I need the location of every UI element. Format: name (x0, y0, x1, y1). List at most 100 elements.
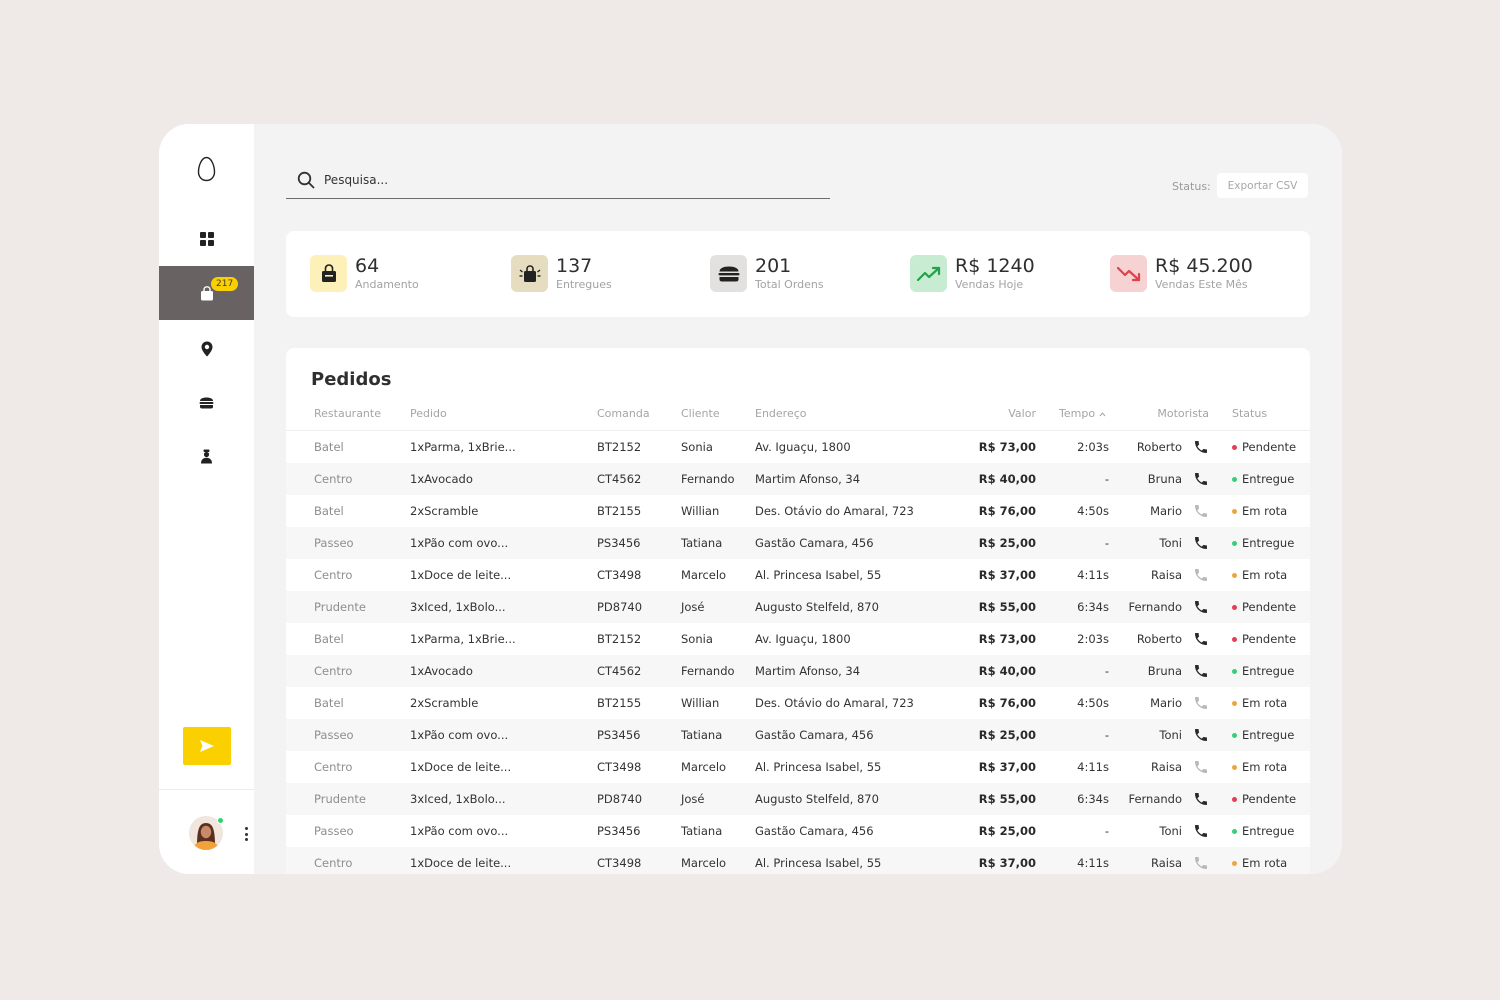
table-row[interactable]: Passeo 1xPão com ovo... PS3456 Tatiana Gastã… (286, 719, 1310, 751)
call-driver-button[interactable] (1193, 439, 1209, 458)
cell-motorista: Raisa (1150, 856, 1182, 870)
cell-comanda: CT3498 (597, 568, 642, 582)
status-dot (1232, 796, 1237, 802)
nav-orders[interactable]: 217 (159, 266, 254, 320)
phone-icon (1195, 601, 1207, 613)
status-badge: Entregue (1232, 536, 1294, 550)
cell-valor: R$ 73,00 (978, 632, 1036, 646)
call-driver-button[interactable] (1193, 567, 1209, 586)
search-input[interactable] (324, 173, 784, 187)
cell-valor: R$ 25,00 (978, 536, 1036, 550)
cell-endereco: Av. Iguaçu, 1800 (755, 440, 851, 454)
call-driver-button[interactable] (1193, 663, 1209, 682)
table-row[interactable]: Batel 2xScramble BT2155 Willian Des. Otávio … (286, 495, 1310, 527)
table-row[interactable]: Centro 1xAvocado CT4562 Fernando Martim Afon… (286, 655, 1310, 687)
col-restaurante[interactable]: Restaurante (314, 407, 381, 420)
call-driver-button[interactable] (1193, 759, 1209, 778)
status-filter-label: Status: (1172, 180, 1211, 193)
egg-icon[interactable] (197, 156, 216, 182)
cell-pedido: 1xDoce de leite... (410, 568, 512, 582)
send-button[interactable] (183, 727, 231, 765)
col-motorista[interactable]: Motorista (1157, 407, 1209, 420)
nav-dashboard[interactable] (159, 212, 254, 266)
col-comanda[interactable]: Comanda (597, 407, 650, 420)
col-tempo[interactable]: Tempo (1059, 407, 1106, 420)
more-options-button[interactable] (244, 827, 248, 841)
status-badge: Entregue (1232, 728, 1294, 742)
orders-title: Pedidos (311, 369, 392, 390)
cell-cliente: Willian (681, 696, 720, 710)
call-driver-button[interactable] (1193, 471, 1209, 490)
status-dot (1232, 476, 1237, 482)
cell-pedido: 1xDoce de leite... (410, 760, 512, 774)
stat-value: 201 (755, 255, 792, 277)
status-text: Entregue (1242, 472, 1295, 486)
status-text: Em rota (1242, 696, 1288, 710)
cell-pedido: 1xAvocado (410, 472, 473, 486)
phone-icon (1195, 505, 1207, 517)
nav-menu[interactable] (159, 376, 254, 430)
cell-tempo: 4:11s (1077, 856, 1109, 870)
call-driver-button[interactable] (1193, 791, 1209, 810)
cell-tempo: - (1104, 728, 1109, 742)
cell-restaurante: Centro (314, 664, 353, 678)
cell-restaurante: Prudente (314, 600, 366, 614)
cell-endereco: Al. Princesa Isabel, 55 (755, 856, 882, 870)
table-row[interactable]: Centro 1xAvocado CT4562 Fernando Martim Afon… (286, 463, 1310, 495)
status-text: Em rota (1242, 760, 1288, 774)
cell-tempo: - (1104, 824, 1109, 838)
call-driver-button[interactable] (1193, 695, 1209, 714)
cell-cliente: José (681, 600, 705, 614)
call-driver-button[interactable] (1193, 855, 1209, 874)
nav-drivers[interactable] (159, 429, 254, 483)
table-row[interactable]: Passeo 1xPão com ovo... PS3456 Tatiana Gastã… (286, 815, 1310, 847)
cell-restaurante: Batel (314, 440, 344, 454)
cell-comanda: PS3456 (597, 824, 641, 838)
call-driver-button[interactable] (1193, 823, 1209, 842)
table-row[interactable]: Centro 1xDoce de leite... CT3498 Marcelo Al.… (286, 559, 1310, 591)
cell-pedido: 1xParma, 1xBrie... (410, 632, 516, 646)
status-dot (1232, 604, 1237, 610)
table-row[interactable]: Centro 1xDoce de leite... CT3498 Marcelo Al.… (286, 847, 1310, 874)
trend-down-icon (1116, 266, 1140, 281)
map-pin-icon (201, 341, 212, 357)
export-csv-button[interactable]: Exportar CSV (1217, 173, 1308, 198)
status-text: Pendente (1242, 792, 1297, 806)
cell-valor: R$ 55,00 (978, 600, 1036, 614)
table-row[interactable]: Passeo 1xPão com ovo... PS3456 Tatiana Gastã… (286, 527, 1310, 559)
cell-comanda: PD8740 (597, 600, 643, 614)
cell-restaurante: Batel (314, 696, 344, 710)
cell-tempo: 2:03s (1077, 632, 1109, 646)
table-row[interactable]: Prudente 3xIced, 1xBolo... PD8740 José Augus… (286, 591, 1310, 623)
stat-icon-bg (910, 255, 947, 292)
col-valor[interactable]: Valor (1008, 407, 1036, 420)
cell-tempo: - (1104, 536, 1109, 550)
col-pedido[interactable]: Pedido (410, 407, 447, 420)
nav-locations[interactable] (159, 322, 254, 376)
cell-comanda: CT3498 (597, 856, 642, 870)
call-driver-button[interactable] (1193, 599, 1209, 618)
table-row[interactable]: Batel 1xParma, 1xBrie... BT2152 Sonia Av. Ig… (286, 431, 1310, 463)
col-endereco[interactable]: Endereço (755, 407, 807, 420)
trend-up-icon (916, 266, 940, 281)
cell-comanda: CT3498 (597, 760, 642, 774)
col-cliente[interactable]: Cliente (681, 407, 720, 420)
col-status[interactable]: Status (1232, 407, 1267, 420)
call-driver-button[interactable] (1193, 535, 1209, 554)
call-driver-button[interactable] (1193, 631, 1209, 650)
table-row[interactable]: Prudente 3xIced, 1xBolo... PD8740 José Augus… (286, 783, 1310, 815)
status-badge: Pendente (1232, 440, 1296, 454)
cell-endereco: Gastão Camara, 456 (755, 728, 874, 742)
status-dot (1232, 668, 1237, 674)
table-row[interactable]: Batel 1xParma, 1xBrie... BT2152 Sonia Av. Ig… (286, 623, 1310, 655)
call-driver-button[interactable] (1193, 503, 1209, 522)
table-row[interactable]: Centro 1xDoce de leite... CT3498 Marcelo Al.… (286, 751, 1310, 783)
cell-tempo: - (1104, 472, 1109, 486)
search-icon[interactable] (297, 171, 315, 189)
phone-icon (1195, 857, 1207, 869)
cell-motorista: Bruna (1147, 472, 1182, 486)
cell-cliente: Sonia (681, 632, 713, 646)
status-badge: Pendente (1232, 600, 1296, 614)
call-driver-button[interactable] (1193, 727, 1209, 746)
table-row[interactable]: Batel 2xScramble BT2155 Willian Des. Otávio … (286, 687, 1310, 719)
